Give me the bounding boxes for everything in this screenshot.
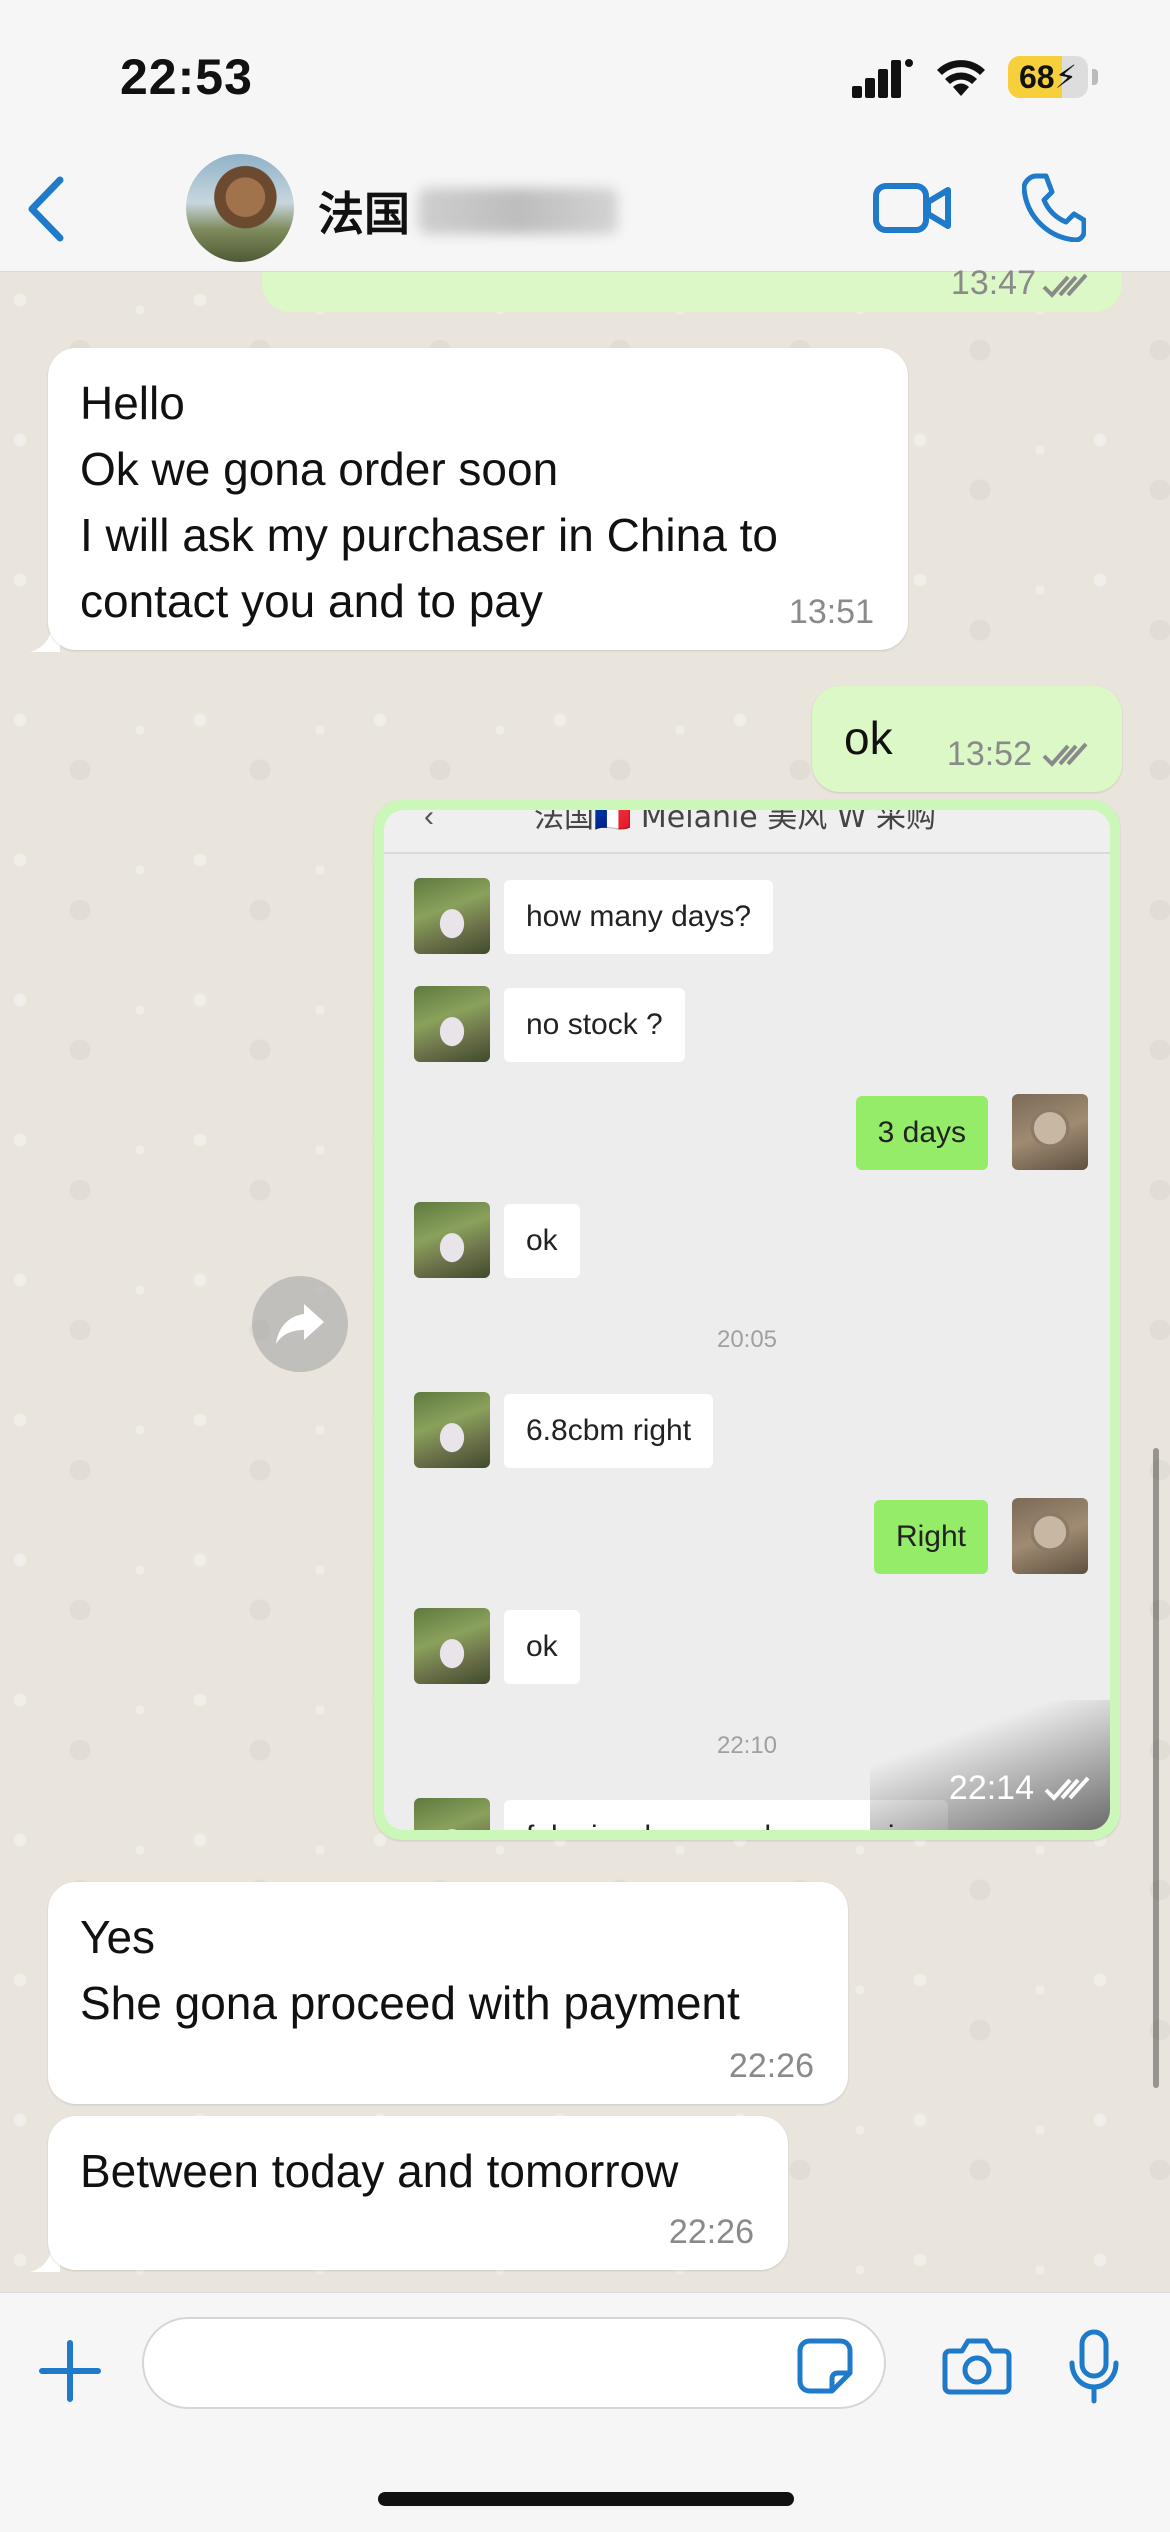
previous-message-partial: 13:47 [262,264,1122,312]
message-input[interactable] [142,2317,886,2409]
screenshot-image[interactable]: ‹ 法国🇫🇷 Melanie 美风 W 采购 how many days? no… [384,810,1110,1830]
message-meta: 22:26 [729,2047,814,2086]
message-time: 22:26 [728,2047,814,2085]
voice-call-icon[interactable] [1022,172,1086,242]
message-time: 13:47 [950,264,1036,302]
screenshot-avatar [1012,1094,1088,1170]
status-bar: 22:53 68⚡ [0,0,1170,150]
image-message-bubble[interactable]: ‹ 法国🇫🇷 Melanie 美风 W 采购 how many days? no… [374,800,1120,1840]
camera-icon[interactable] [942,2337,1012,2395]
message-bubble-incoming[interactable]: Between today and tomorrow 22:26 [48,2116,788,2270]
contact-name[interactable]: 法国 [318,178,410,244]
screenshot-avatar [414,1392,490,1468]
chat-scrollbar[interactable] [1153,1448,1159,2088]
message-bubble-outgoing[interactable]: ok 13:52 [812,686,1122,792]
screenshot-avatar [1012,1498,1088,1574]
screenshot-message: Right [873,1500,988,1574]
message-text: Yes She gona proceed with payment [80,1911,740,2029]
redacted-name-blur [418,188,618,234]
screenshot-message: how many days? [504,880,774,954]
screenshot-timestamp: 22:10 [716,1732,778,1759]
microphone-icon[interactable] [1068,2329,1120,2405]
status-time: 22:53 [120,49,253,105]
message-meta: 22:14 [949,1769,1090,1808]
screenshot-message: no stock ? [504,988,685,1062]
screenshot-avatar [414,1798,490,1830]
forward-button[interactable] [252,1276,348,1372]
message-time: 13:51 [788,593,874,631]
message-text: Hello Ok we gona order soon I will ask m… [80,377,778,627]
screenshot-message: ok [504,1204,580,1278]
message-time: 13:52 [946,735,1032,773]
read-ticks-icon [1044,1776,1090,1801]
home-indicator[interactable] [378,2492,794,2506]
screenshot-back-icon: ‹ [424,810,434,833]
video-call-icon[interactable] [872,176,952,240]
read-ticks-icon [1042,742,1088,767]
contact-avatar[interactable] [186,154,294,262]
message-meta: 22:26 [669,2213,754,2252]
screenshot-avatar [414,986,490,1062]
plus-icon[interactable] [38,2339,102,2403]
screenshot-message: 3 days [855,1096,988,1170]
cellular-signal-icon [852,59,913,98]
battery-percent: 68⚡ [1018,59,1078,95]
message-time: 22:26 [668,2213,754,2251]
wifi-icon [937,60,985,96]
screenshot-message: 6.8cbm right [504,1394,714,1468]
message-meta: 13:51 [789,593,874,632]
screenshot-avatar [414,1202,490,1278]
message-meta: 13:52 [947,735,1088,774]
message-bubble-incoming[interactable]: Yes She gona proceed with payment 22:26 [48,1882,848,2104]
sticker-icon[interactable] [796,2337,854,2395]
battery-indicator: 68⚡ [1008,56,1088,98]
read-ticks-icon [1042,273,1088,298]
screenshot-timestamp: 20:05 [716,1326,778,1353]
battery-cap [1092,69,1098,85]
message-bubble-incoming[interactable]: Hello Ok we gona order soon I will ask m… [48,348,908,650]
message-time: 22:14 [948,1769,1034,1807]
back-chevron-icon[interactable] [22,172,72,246]
screenshot-message: ok [504,1610,580,1684]
screenshot-header: ‹ 法国🇫🇷 Melanie 美风 W 采购 [384,810,1110,854]
screenshot-header-text: 法国🇫🇷 Melanie 美风 W 采购 [534,810,937,835]
message-text: Between today and tomorrow [80,2145,679,2197]
screenshot-avatar [414,878,490,954]
screenshot-avatar [414,1608,490,1684]
forward-arrow-icon [276,1304,324,1344]
image-corner-shade [870,1700,1110,1830]
chat-header: 法国 [0,150,1170,272]
